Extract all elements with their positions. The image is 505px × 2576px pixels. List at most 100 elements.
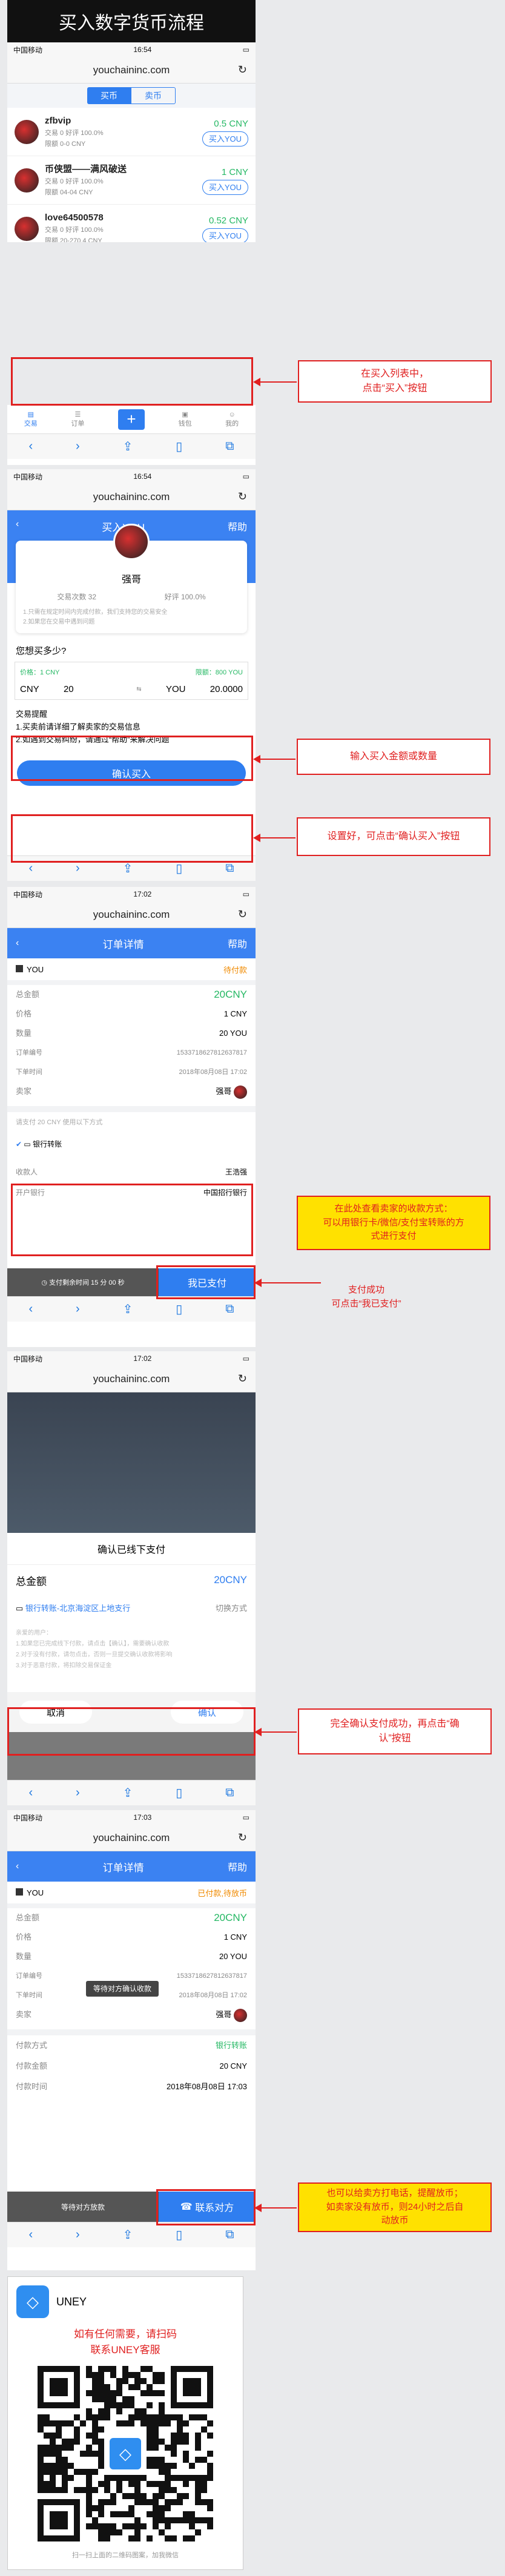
qr-module xyxy=(134,2529,140,2535)
dialog-total: 20CNY xyxy=(214,1574,247,1586)
help-link[interactable]: 帮助 xyxy=(228,1859,247,1874)
callout-pay-info: 在此处查看卖家的收款方式： 可以用银行卡/微信/支付宝转账的方 式进行支付 xyxy=(297,1196,490,1250)
qr-module xyxy=(38,2463,44,2469)
back-icon[interactable]: ‹ xyxy=(16,1861,19,1872)
pay-amount: 20 CNY xyxy=(219,2061,247,2070)
address-bar[interactable]: youchaininc.com ↻ xyxy=(7,901,256,928)
order-time: 2018年08月08日 17:02 xyxy=(179,1069,247,1076)
bookmarks-icon[interactable]: ▯ xyxy=(176,439,182,454)
tab-buy[interactable]: 买币 xyxy=(87,87,131,104)
forward-icon[interactable]: › xyxy=(76,2228,80,2242)
qr-module xyxy=(159,2439,165,2445)
share-icon[interactable]: ⇪ xyxy=(123,861,133,876)
buy-you-button[interactable]: 买入YOU xyxy=(202,228,248,242)
address-bar[interactable]: youchaininc.com ↻ xyxy=(7,1366,256,1392)
forward-icon[interactable]: › xyxy=(76,440,80,453)
forward-icon[interactable]: › xyxy=(76,1786,80,1800)
qr-module xyxy=(153,2372,159,2378)
qr-module xyxy=(153,2505,159,2511)
back-icon[interactable]: ‹ xyxy=(28,861,33,875)
reload-icon[interactable]: ↻ xyxy=(238,1831,247,1844)
help-link[interactable]: 帮助 xyxy=(228,936,247,950)
bookmarks-icon[interactable]: ▯ xyxy=(176,2227,182,2242)
qr-module xyxy=(134,2499,140,2505)
carrier: 中国移动 xyxy=(13,45,43,54)
back-icon[interactable]: ‹ xyxy=(28,1302,33,1316)
highlight-confirm-row xyxy=(7,1707,256,1756)
tabs-icon[interactable]: ⧉ xyxy=(225,2228,234,2242)
qr-module xyxy=(92,2517,98,2523)
seller-card: 强哥 交易次数 32 好评 100.0% 1.只需在规定时间内完成付款，我们支持… xyxy=(16,524,247,633)
tabs-icon[interactable]: ⧉ xyxy=(225,1302,234,1316)
qr-module xyxy=(140,2475,147,2481)
qr-module xyxy=(189,2511,195,2517)
tab-sell[interactable]: 卖币 xyxy=(131,87,176,104)
switch-method[interactable]: 切换方式 xyxy=(216,1602,247,1613)
quantity: 20 YOU xyxy=(219,1029,247,1038)
qr-module xyxy=(110,2493,116,2499)
nav-orders[interactable]: ☰ 订单 xyxy=(71,410,84,428)
help-link[interactable]: 帮助 xyxy=(228,519,247,533)
share-icon[interactable]: ⇪ xyxy=(123,1785,133,1800)
reload-icon[interactable]: ↻ xyxy=(238,64,247,76)
qr-module xyxy=(38,2475,44,2481)
pay-method: 银行转账 xyxy=(215,2041,247,2050)
reload-icon[interactable]: ↻ xyxy=(238,490,247,503)
qr-module xyxy=(171,2439,177,2445)
qr-module xyxy=(165,2463,171,2469)
bookmarks-icon[interactable]: ▯ xyxy=(176,1785,182,1800)
tabs-icon[interactable]: ⧉ xyxy=(225,861,234,875)
tabs-icon[interactable]: ⧉ xyxy=(225,1786,234,1800)
you-input[interactable]: 20.0000 xyxy=(210,684,243,694)
address-bar[interactable]: youchaininc.com ↻ xyxy=(7,1825,256,1851)
qr-module xyxy=(50,2445,56,2451)
qr-module xyxy=(171,2475,177,2481)
buy-you-button[interactable]: 买入YOU xyxy=(202,131,248,147)
qr-module xyxy=(183,2517,189,2523)
forward-icon[interactable]: › xyxy=(76,1302,80,1316)
qr-module xyxy=(183,2511,189,2517)
share-icon[interactable]: ⇪ xyxy=(123,2227,133,2242)
coin-icon xyxy=(16,964,23,972)
qr-module xyxy=(207,2451,213,2457)
back-icon[interactable]: ‹ xyxy=(28,440,33,453)
address-bar[interactable]: youchaininc.com ↻ xyxy=(7,57,256,84)
nav-wallet[interactable]: ▣ 钱包 xyxy=(179,410,192,428)
share-icon[interactable]: ⇪ xyxy=(123,439,133,454)
good-rate: 好评 100.0% xyxy=(164,593,206,601)
forward-icon[interactable]: › xyxy=(76,861,80,875)
qr-module xyxy=(98,2535,104,2541)
qr-module xyxy=(201,2426,207,2433)
address-bar[interactable]: youchaininc.com ↻ xyxy=(7,484,256,510)
qr-module xyxy=(128,2493,134,2499)
qr-module xyxy=(159,2408,165,2414)
back-icon[interactable]: ‹ xyxy=(28,2228,33,2242)
back-icon[interactable]: ‹ xyxy=(16,519,19,530)
screen-seller-list: 中国移动 16:54 ▭ youchaininc.com ↻ 买币 卖币 zfbvip… xyxy=(7,42,256,242)
nav-me[interactable]: ☺ 我的 xyxy=(225,411,239,428)
nav-trade[interactable]: ▤ 交易 xyxy=(24,410,38,428)
payment-method[interactable]: ✔ ▭ 银行转账 xyxy=(7,1132,256,1156)
tabs-icon[interactable]: ⧉ xyxy=(225,440,234,453)
qr-module xyxy=(165,2481,171,2487)
highlight-pay-info xyxy=(11,1184,253,1256)
share-icon[interactable]: ⇪ xyxy=(123,1302,133,1317)
reload-icon[interactable]: ↻ xyxy=(238,1372,247,1385)
qr-module xyxy=(104,2414,110,2420)
back-icon[interactable]: ‹ xyxy=(28,1786,33,1800)
add-button[interactable]: + xyxy=(117,409,145,430)
bookmarks-icon[interactable]: ▯ xyxy=(176,1302,182,1317)
qr-code[interactable]: ◇ xyxy=(38,2366,213,2541)
buy-you-button[interactable]: 买入YOU xyxy=(202,180,248,195)
back-icon[interactable]: ‹ xyxy=(16,938,19,949)
qr-module xyxy=(171,2499,177,2505)
bookmarks-icon[interactable]: ▯ xyxy=(176,861,182,876)
qr-module xyxy=(128,2414,134,2420)
cny-input[interactable]: 20 xyxy=(64,684,112,694)
reload-icon[interactable]: ↻ xyxy=(238,908,247,921)
highlight-contact xyxy=(156,2189,256,2225)
qr-module xyxy=(183,2433,189,2439)
qr-module xyxy=(110,2390,116,2396)
check-icon: ✔ xyxy=(16,1139,22,1148)
seller-stats: 交易 0 好评 100.0% xyxy=(45,226,104,234)
